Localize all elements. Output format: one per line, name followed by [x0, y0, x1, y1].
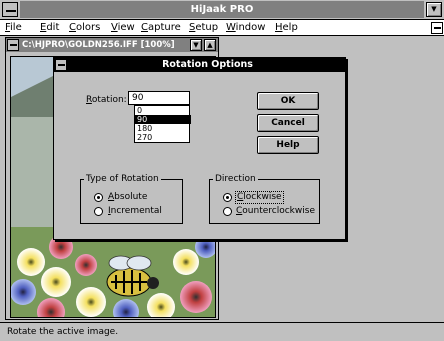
maximize-icon[interactable]: ▼: [426, 2, 442, 17]
rotation-dropdown-list[interactable]: 0 90 180 270: [134, 105, 191, 143]
rotation-option-0[interactable]: 0: [135, 106, 191, 115]
menu-window[interactable]: Window: [226, 22, 265, 34]
rotation-combobox-input[interactable]: 90: [128, 91, 190, 105]
absolute-radio[interactable]: [94, 193, 103, 202]
app-title: HiJaak PRO: [20, 1, 424, 18]
image-window-title-bar: C:\HJPRO\GOLDN256.IFF [100%] ▼ ▲: [6, 38, 218, 52]
counterclockwise-radio[interactable]: [223, 207, 232, 216]
rotation-option-180[interactable]: 180: [135, 124, 191, 133]
image-window-system-menu-icon[interactable]: [7, 39, 19, 51]
status-text: Rotate the active image.: [7, 327, 119, 337]
menu-bar: File Edit Colors View Capture Setup Wind…: [0, 20, 444, 36]
menu-file[interactable]: File: [5, 22, 22, 34]
absolute-label[interactable]: Absolute: [108, 192, 147, 203]
system-menu-icon[interactable]: [2, 2, 18, 17]
type-of-rotation-label: Type of Rotation: [84, 174, 161, 184]
cancel-button[interactable]: Cancel: [257, 114, 319, 132]
counterclockwise-label[interactable]: Counterclockwise: [236, 206, 315, 217]
rotation-option-270[interactable]: 270: [135, 133, 191, 142]
status-bar: Rotate the active image.: [0, 322, 444, 341]
dialog-title-bar: Rotation Options: [54, 58, 345, 72]
menu-view[interactable]: View: [111, 22, 135, 34]
menu-colors[interactable]: Colors: [69, 22, 100, 34]
menu-capture[interactable]: Capture: [141, 22, 181, 34]
dialog-title: Rotation Options: [162, 59, 253, 70]
incremental-label[interactable]: Incremental: [108, 206, 162, 217]
app-title-bar: HiJaak PRO ▼: [0, 0, 444, 20]
menu-edit[interactable]: Edit: [40, 22, 59, 34]
help-button[interactable]: Help: [257, 136, 319, 154]
rotation-label: Rotation:: [86, 95, 127, 105]
menu-help[interactable]: Help: [275, 22, 298, 34]
image-window-title: C:\HJPRO\GOLDN256.IFF [100%]: [22, 40, 175, 50]
clockwise-label[interactable]: Clockwise: [235, 191, 284, 204]
clockwise-radio[interactable]: [223, 193, 232, 202]
rotation-options-dialog: Rotation Options Rotation: 90 0 90 180 2…: [53, 57, 346, 240]
ok-button[interactable]: OK: [257, 92, 319, 110]
menu-setup[interactable]: Setup: [189, 22, 218, 34]
direction-label: Direction: [213, 174, 258, 184]
maximize-icon[interactable]: ▲: [204, 39, 216, 51]
minimize-icon[interactable]: ▼: [190, 39, 202, 51]
incremental-radio[interactable]: [94, 207, 103, 216]
rotation-option-90[interactable]: 90: [135, 115, 191, 124]
dialog-system-menu-icon[interactable]: [55, 59, 67, 71]
child-system-menu-icon[interactable]: [431, 22, 443, 34]
